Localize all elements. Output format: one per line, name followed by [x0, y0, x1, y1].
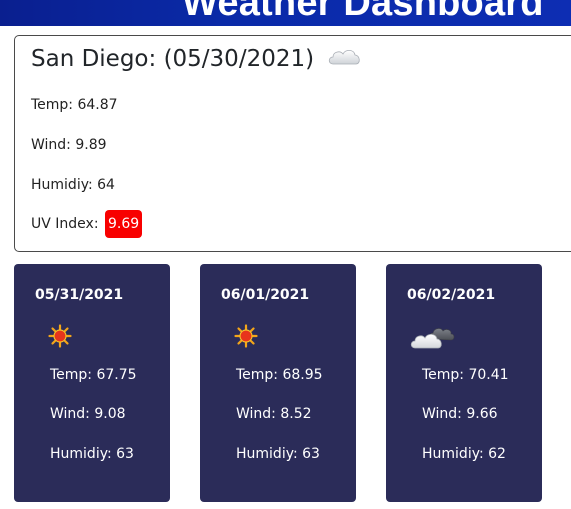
- sun-icon: [48, 324, 72, 352]
- forecast-date: 06/02/2021: [407, 287, 496, 303]
- current-city-date: San Diego: (05/30/2021): [31, 46, 315, 72]
- forecast-wind: Wind: 8.52: [236, 406, 312, 422]
- forecast-humidity: Humidiy: 63: [50, 446, 134, 462]
- forecast-date: 05/31/2021: [35, 287, 124, 303]
- forecast-humidity: Humidiy: 62: [422, 446, 506, 462]
- current-temp: Temp: 64.87: [31, 97, 118, 113]
- forecast-wind: Wind: 9.08: [50, 406, 126, 422]
- uv-index-badge: 9.69: [105, 210, 143, 238]
- forecast-temp: Temp: 68.95: [236, 367, 323, 383]
- page-header: Weather Dashboard: [0, 0, 571, 26]
- current-wind: Wind: 9.89: [31, 137, 107, 153]
- current-weather-panel: San Diego: (05/30/2021) Temp: 64.87 Wind…: [14, 35, 571, 252]
- forecast-card: 05/31/2021 Temp: 67.75 Wind: 9.08 Humidi…: [14, 264, 170, 502]
- current-humidity: Humidiy: 64: [31, 177, 115, 193]
- forecast-card: 06/01/2021 Temp: 68.95 Wind: 8.52 Humidi…: [200, 264, 356, 502]
- page-title: Weather Dashboard: [182, 0, 544, 24]
- current-uv: UV Index: 9.69: [31, 210, 143, 238]
- forecast-humidity: Humidiy: 63: [236, 446, 320, 462]
- forecast-temp: Temp: 70.41: [422, 367, 509, 383]
- current-weather-title: San Diego: (05/30/2021): [31, 45, 363, 73]
- forecast-card: 06/02/2021 Temp: 70.41 Wind: 9.66 Humidi…: [386, 264, 542, 502]
- forecast-date: 06/01/2021: [221, 287, 310, 303]
- forecast-temp: Temp: 67.75: [50, 367, 137, 383]
- sun-icon: [234, 324, 258, 352]
- cloudy-icon: [410, 324, 456, 354]
- forecast-wind: Wind: 9.66: [422, 406, 498, 422]
- cloud-icon: [327, 45, 363, 73]
- uv-index-label: UV Index:: [31, 216, 99, 232]
